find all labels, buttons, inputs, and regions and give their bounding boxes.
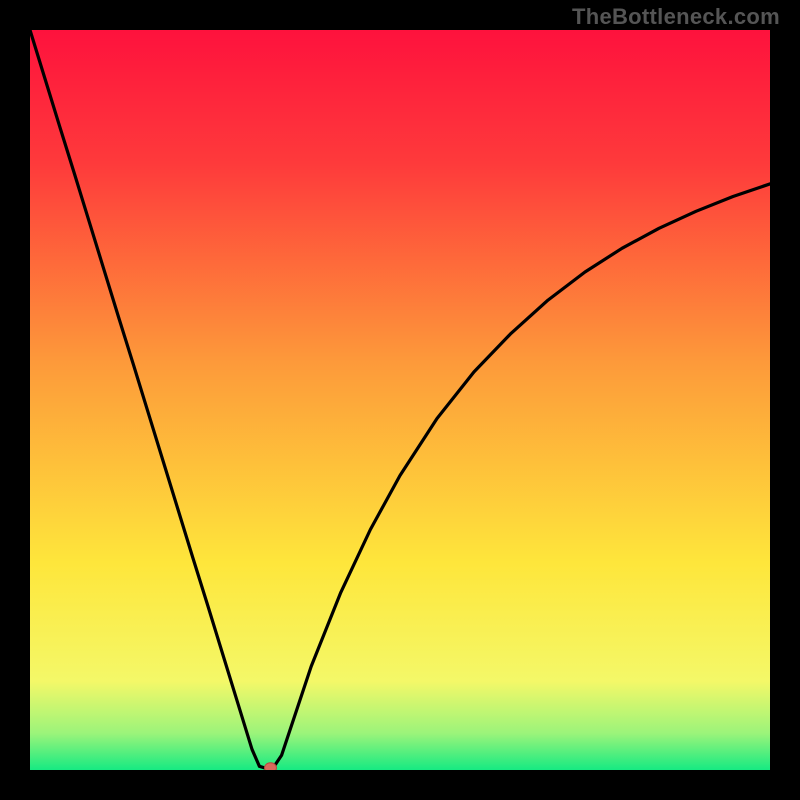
gradient-background [30, 30, 770, 770]
plot-area [30, 30, 770, 770]
chart-frame: TheBottleneck.com [0, 0, 800, 800]
min-marker [265, 763, 277, 770]
chart-svg [30, 30, 770, 770]
watermark-text: TheBottleneck.com [572, 4, 780, 30]
